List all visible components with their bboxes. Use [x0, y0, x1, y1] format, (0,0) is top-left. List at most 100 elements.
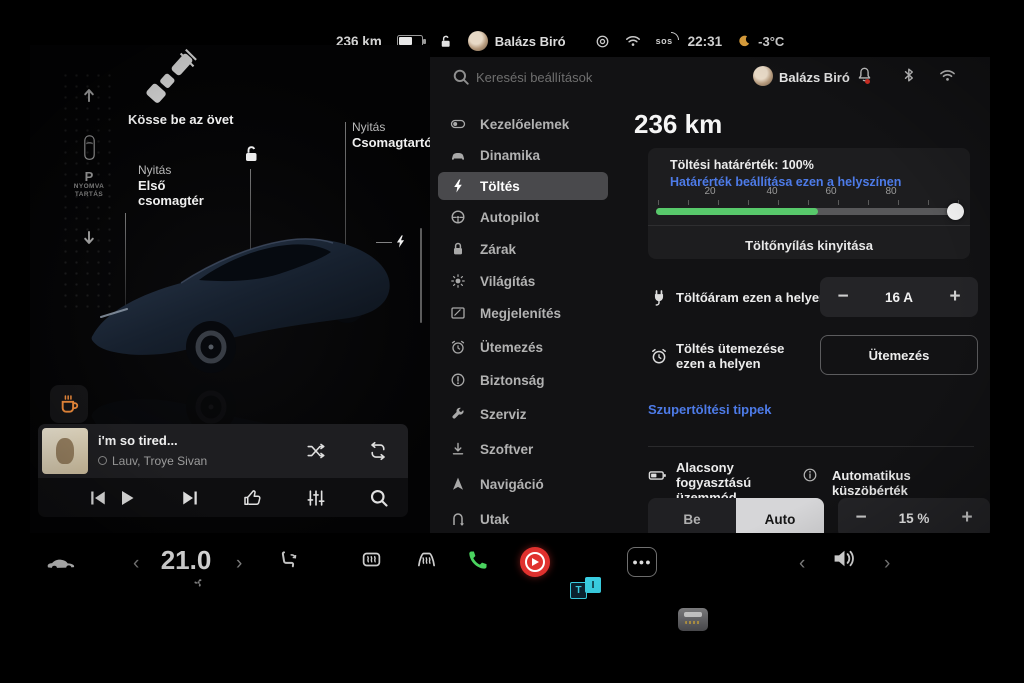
avatar	[468, 31, 488, 51]
notifications-button[interactable]	[856, 66, 874, 86]
schedule-button[interactable]: Ütemezés	[820, 335, 978, 375]
sidebar-item-megjelenites[interactable]: Megjelenítés	[438, 300, 608, 326]
sidebar-item-toltes[interactable]: Töltés	[438, 173, 608, 199]
media-controls	[38, 478, 408, 517]
frunk-open-control[interactable]: Nyitás Első csomagtér	[138, 163, 204, 208]
battery-save-icon	[648, 466, 667, 485]
charge-limit-card: Töltési határérték: 100% Határérték beál…	[648, 148, 970, 259]
display-icon	[450, 305, 466, 321]
decrease-threshold-button[interactable]: −	[838, 507, 884, 529]
launcher-bar: ‹ 21.0 › T I ●●● ‹ ›	[0, 533, 1024, 593]
media-search-icon[interactable]	[369, 488, 389, 508]
sos-icon: sos	[656, 36, 673, 46]
alarm-clock-icon	[450, 339, 466, 355]
charge-current-stepper: − 16 A +	[820, 277, 978, 317]
shift-up-arrow-icon[interactable]	[80, 86, 98, 104]
trunk-open-control[interactable]: Nyitás Csomagtartó	[352, 120, 430, 150]
threshold-value: 15 %	[884, 511, 944, 526]
info-icon[interactable]	[802, 467, 818, 483]
sidebar-item-dinamika[interactable]: Dinamika	[438, 142, 608, 168]
temp-down-chevron[interactable]: ‹	[133, 553, 139, 575]
equalizer-icon[interactable]	[306, 488, 326, 508]
volume-up-chevron[interactable]: ›	[884, 553, 890, 575]
slider-handle[interactable]	[947, 203, 964, 220]
vehicle-render[interactable]	[85, 217, 405, 377]
divider	[648, 225, 970, 226]
charge-limit-title: Töltési határérték: 100%	[670, 158, 814, 172]
sidebar-item-szerviz[interactable]: Szerviz	[438, 401, 608, 427]
sidebar-item-utemezes[interactable]: Ütemezés	[438, 334, 608, 360]
shuffle-icon[interactable]	[306, 441, 326, 461]
increase-threshold-button[interactable]: +	[944, 507, 990, 529]
cup-icon	[58, 393, 80, 415]
unlock-icon[interactable]	[241, 144, 261, 164]
rear-defrost-icon[interactable]	[361, 549, 382, 570]
lock-icon	[450, 241, 466, 257]
sidebar-item-autopilot[interactable]: Autopilot	[438, 204, 608, 230]
cabin-temperature[interactable]: 21.0	[150, 545, 222, 576]
increase-current-button[interactable]: +	[932, 286, 978, 308]
supercharging-tips-link[interactable]: Szupertöltési tippek	[648, 402, 772, 417]
slider-tick-marks	[658, 200, 960, 205]
park-label[interactable]: P	[85, 171, 94, 183]
divider	[648, 446, 974, 447]
now-playing[interactable]: i'm so tired... Lauv, Troye Sivan	[38, 424, 408, 478]
more-apps-button[interactable]: ●●●	[627, 547, 657, 577]
sidebar-item-zarak[interactable]: Zárak	[438, 236, 608, 262]
sidebar-item-kezeloelemek[interactable]: Kezelőelemek	[438, 111, 608, 137]
lock-unlocked-icon[interactable]	[438, 34, 453, 49]
settings-panel: Balázs Biró Kezelőelemek Dinamika Töltés…	[430, 57, 990, 533]
app-icon-ti[interactable]: T I	[570, 577, 604, 605]
sidebar-item-szoftver[interactable]: Szoftver	[438, 436, 608, 462]
track-artists: Lauv, Troye Sivan	[112, 454, 207, 468]
low-power-toggle: Be Auto	[648, 498, 824, 533]
profile-name[interactable]: Balázs Biró	[779, 70, 850, 85]
bluetooth-icon[interactable]	[901, 67, 917, 83]
app-icon-music[interactable]	[520, 547, 550, 577]
threshold-stepper: − 15 % +	[838, 498, 990, 533]
clock: 22:31	[688, 34, 723, 49]
sidebar-item-vilagitas[interactable]: Világítás	[438, 268, 608, 294]
slider-tick-label: 40	[766, 186, 777, 197]
charge-level-fill	[656, 208, 818, 215]
slider-tick-label: 20	[704, 186, 715, 197]
media-source-icon	[98, 456, 107, 465]
vehicle-controls-icon[interactable]	[45, 551, 77, 573]
sidebar-item-utak[interactable]: Utak	[438, 506, 608, 532]
park-hold-label: NYOMVA TARTÁS	[74, 183, 104, 199]
volume-icon[interactable]	[832, 548, 858, 569]
thumbs-up-icon[interactable]	[242, 488, 262, 508]
play-icon[interactable]	[117, 488, 137, 508]
alert-circle-icon	[450, 372, 466, 388]
schedule-clock-icon	[650, 347, 668, 365]
temp-up-chevron[interactable]: ›	[236, 553, 242, 575]
decrease-current-button[interactable]: −	[820, 286, 866, 308]
wifi-icon[interactable]	[939, 67, 956, 84]
charge-port-line	[376, 242, 392, 243]
toggle-option-auto[interactable]: Auto	[736, 498, 824, 533]
seat-heater-icon[interactable]	[278, 549, 299, 570]
scrollbar[interactable]	[420, 228, 422, 323]
controls-icon	[450, 116, 466, 132]
download-icon	[450, 441, 466, 457]
volume-down-chevron[interactable]: ‹	[799, 553, 805, 575]
charge-port-bolt-icon[interactable]	[393, 234, 408, 249]
heated-cup-button[interactable]	[50, 385, 88, 423]
phone-icon[interactable]	[467, 549, 489, 571]
next-track-icon[interactable]	[180, 488, 200, 508]
app-icon-card[interactable]	[678, 608, 708, 631]
driver-profile[interactable]: Balázs Biró	[468, 31, 566, 51]
open-charge-port-button[interactable]: Töltőnyílás kinyitása	[648, 232, 970, 259]
wifi-icon	[625, 33, 641, 49]
charge-limit-slider[interactable]	[656, 208, 962, 215]
previous-track-icon[interactable]	[88, 488, 108, 508]
avatar[interactable]	[753, 66, 773, 86]
settings-search-input[interactable]	[476, 65, 696, 89]
auto-threshold-label: Automatikus küszöbérték	[832, 468, 990, 498]
toggle-option-be[interactable]: Be	[648, 498, 736, 533]
media-player: i'm so tired... Lauv, Troye Sivan	[38, 424, 408, 517]
sidebar-item-navigacio[interactable]: Navigáció	[438, 471, 608, 497]
repeat-icon[interactable]	[368, 441, 388, 461]
front-defrost-icon[interactable]	[416, 549, 437, 570]
sidebar-item-biztonsag[interactable]: Biztonság	[438, 367, 608, 393]
